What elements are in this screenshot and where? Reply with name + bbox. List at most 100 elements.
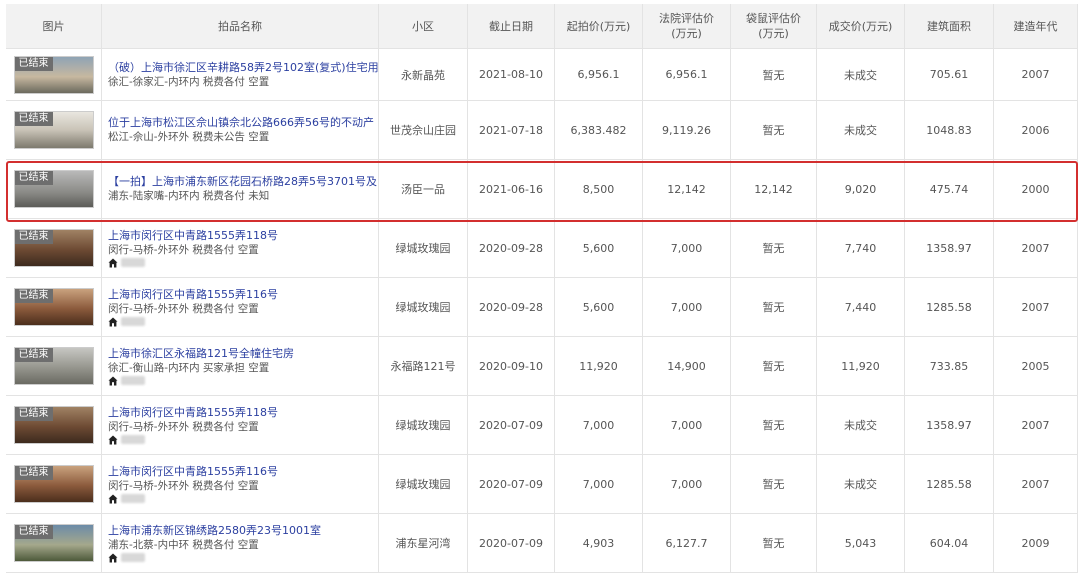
blurred-owner-name (121, 376, 145, 385)
thumbnail-cell[interactable]: 已结束 (6, 219, 102, 278)
property-thumbnail[interactable]: 已结束 (13, 524, 94, 562)
thumbnail-cell[interactable]: 已结束 (6, 160, 102, 219)
property-thumbnail[interactable]: 已结束 (13, 465, 94, 503)
listing-location: 闵行-马桥-外环外 税费各付 空置 (108, 420, 259, 433)
header-community[interactable]: 小区 (379, 4, 468, 49)
start-price-cell: 8,500 (555, 160, 643, 219)
thumbnail-cell[interactable]: 已结束 (6, 278, 102, 337)
house-icon (108, 258, 118, 267)
listing-location: 闵行-马桥-外环外 税费各付 空置 (108, 302, 259, 315)
status-badge: 已结束 (14, 348, 53, 362)
listing-title-link[interactable]: 上海市闵行区中青路1555弄118号 (108, 229, 278, 243)
owner-info (108, 317, 278, 327)
thumbnail-cell[interactable]: 已结束 (6, 337, 102, 396)
court-price-cell: 14,900 (643, 337, 731, 396)
year-cell: 2006 (994, 101, 1078, 160)
community-cell: 绿城玫瑰园 (379, 455, 468, 514)
court-price-cell: 9,119.26 (643, 101, 731, 160)
community-cell: 绿城玫瑰园 (379, 219, 468, 278)
property-thumbnail[interactable]: 已结束 (13, 111, 94, 149)
bag-price-cell: 暂无 (731, 396, 817, 455)
listing-title-link[interactable]: 上海市浦东新区锦绣路2580弄23号1001室 (108, 524, 321, 538)
year-cell: 2007 (994, 219, 1078, 278)
listing-title-link[interactable]: 上海市徐汇区永福路121号全幢住宅房 (108, 347, 294, 361)
year-cell: 2005 (994, 337, 1078, 396)
status-badge: 已结束 (14, 56, 53, 71)
thumbnail-cell[interactable]: 已结束 (6, 455, 102, 514)
listing-location: 闵行-马桥-外环外 税费各付 空置 (108, 479, 259, 492)
header-deadline[interactable]: 截止日期 (468, 4, 555, 49)
bag-price-cell: 暂无 (731, 514, 817, 573)
property-thumbnail[interactable]: 已结束 (13, 288, 94, 326)
court-price-cell: 6,127.7 (643, 514, 731, 573)
year-cell: 2007 (994, 455, 1078, 514)
court-price-cell: 7,000 (643, 219, 731, 278)
community-cell: 浦东星河湾 (379, 514, 468, 573)
property-thumbnail[interactable]: 已结束 (13, 229, 94, 267)
deadline-cell: 2020-07-09 (468, 396, 555, 455)
property-thumbnail[interactable]: 已结束 (13, 170, 94, 208)
thumbnail-cell[interactable]: 已结束 (6, 49, 102, 101)
status-badge: 已结束 (14, 466, 53, 480)
listing-title-link[interactable]: 位于上海市松江区佘山镇佘北公路666弄56号的不动产 (108, 116, 374, 130)
owner-info (108, 376, 294, 386)
status-badge: 已结束 (14, 525, 53, 539)
deadline-cell: 2020-07-09 (468, 455, 555, 514)
area-cell: 1048.83 (905, 101, 994, 160)
listing-title-link[interactable]: 上海市闵行区中青路1555弄116号 (108, 288, 278, 302)
area-cell: 705.61 (905, 49, 994, 101)
header-start-price[interactable]: 起拍价(万元) (555, 4, 643, 49)
deal-price-cell: 5,043 (817, 514, 905, 573)
start-price-cell: 4,903 (555, 514, 643, 573)
listing-title-link[interactable]: 上海市闵行区中青路1555弄118号 (108, 406, 278, 420)
listing-name-cell: 上海市闵行区中青路1555弄116号 闵行-马桥-外环外 税费各付 空置 (102, 455, 379, 514)
header-bag-price[interactable]: 袋鼠评估价 (万元) (731, 4, 817, 49)
listing-title-link[interactable]: 上海市闵行区中青路1555弄116号 (108, 465, 278, 479)
deadline-cell: 2020-09-28 (468, 219, 555, 278)
header-court-price[interactable]: 法院评估价 (万元) (643, 4, 731, 49)
deal-price-cell: 未成交 (817, 101, 905, 160)
start-price-cell: 6,383.482 (555, 101, 643, 160)
thumbnail-cell[interactable]: 已结束 (6, 101, 102, 160)
house-icon (108, 317, 118, 326)
listing-name-cell: 上海市浦东新区锦绣路2580弄23号1001室 浦东-北蔡-内中环 税费各付 空置 (102, 514, 379, 573)
start-price-cell: 5,600 (555, 219, 643, 278)
community-cell: 绿城玫瑰园 (379, 278, 468, 337)
house-icon (108, 553, 118, 562)
area-cell: 1285.58 (905, 455, 994, 514)
thumbnail-cell[interactable]: 已结束 (6, 396, 102, 455)
listing-title-link[interactable]: （破）上海市徐汇区辛耕路58弄2号102室(复式)住宅用 (108, 61, 378, 75)
auction-table: 图片 拍品名称 小区 截止日期 起拍价(万元) 法院评估价 (万元) 袋鼠评估价… (6, 4, 1078, 573)
header-court-price-line2: (万元) (671, 27, 702, 40)
owner-info (108, 494, 278, 504)
community-cell: 永福路121号 (379, 337, 468, 396)
community-cell: 世茂佘山庄园 (379, 101, 468, 160)
property-thumbnail[interactable]: 已结束 (13, 347, 94, 385)
blurred-owner-name (121, 435, 145, 444)
bag-price-cell: 暂无 (731, 219, 817, 278)
area-cell: 475.74 (905, 160, 994, 219)
listing-title-link[interactable]: 【一拍】上海市浦东新区花园石桥路28弄5号3701号及 (108, 175, 377, 189)
bag-price-cell: 暂无 (731, 49, 817, 101)
header-deal-price[interactable]: 成交价(万元) (817, 4, 905, 49)
thumbnail-cell[interactable]: 已结束 (6, 514, 102, 573)
property-thumbnail[interactable]: 已结束 (13, 406, 94, 444)
start-price-cell: 7,000 (555, 455, 643, 514)
status-badge: 已结束 (14, 230, 53, 244)
deadline-cell: 2020-09-10 (468, 337, 555, 396)
start-price-cell: 7,000 (555, 396, 643, 455)
header-image[interactable]: 图片 (6, 4, 102, 49)
community-cell: 永新晶苑 (379, 49, 468, 101)
court-price-cell: 12,142 (643, 160, 731, 219)
listing-name-cell: 上海市闵行区中青路1555弄116号 闵行-马桥-外环外 税费各付 空置 (102, 278, 379, 337)
area-cell: 733.85 (905, 337, 994, 396)
header-bag-price-line1: 袋鼠评估价 (746, 12, 801, 25)
year-cell: 2007 (994, 278, 1078, 337)
year-cell: 2000 (994, 160, 1078, 219)
header-name[interactable]: 拍品名称 (102, 4, 379, 49)
property-thumbnail[interactable]: 已结束 (13, 55, 94, 94)
header-year[interactable]: 建造年代 (994, 4, 1078, 49)
header-area[interactable]: 建筑面积 (905, 4, 994, 49)
year-cell: 2009 (994, 514, 1078, 573)
blurred-owner-name (121, 553, 145, 562)
